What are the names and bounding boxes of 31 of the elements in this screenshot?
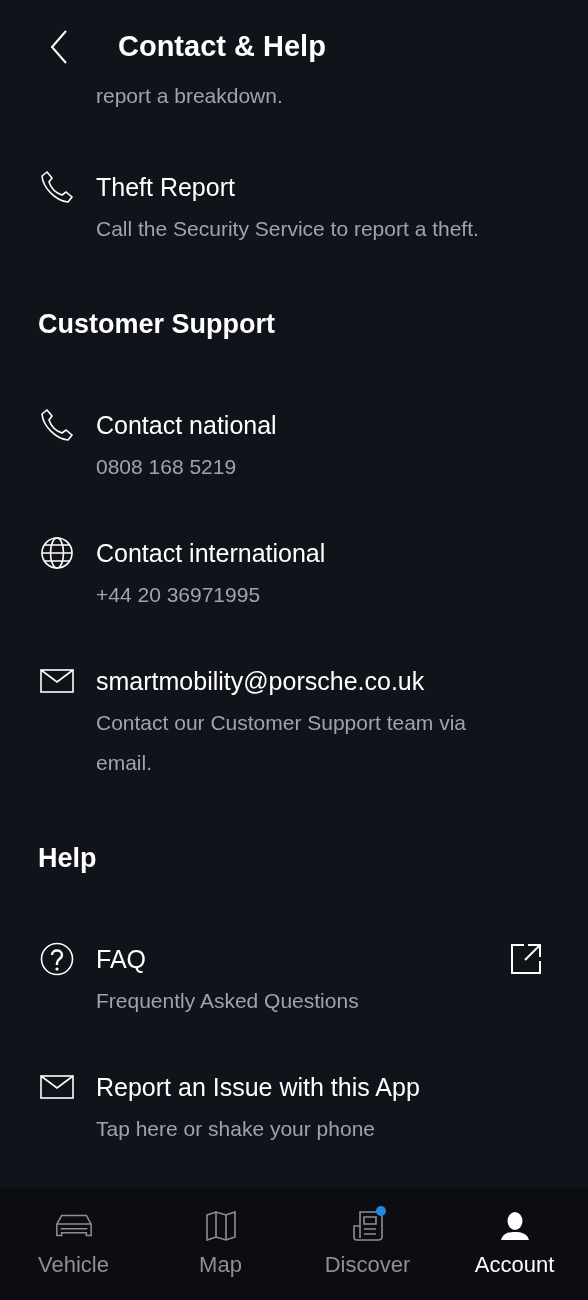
nav-tab[interactable]: Vehicle [0, 1188, 147, 1300]
phone-icon [40, 408, 74, 442]
item-title[interactable]: Contact international [96, 531, 490, 575]
item-title[interactable]: Contact national [96, 403, 490, 447]
section-heading: Customer Support [38, 308, 276, 341]
item-subtitle: +44 20 36971995 [96, 582, 262, 608]
nav-tab[interactable]: Account [441, 1188, 588, 1300]
help-icon [40, 942, 74, 976]
item-title[interactable]: Report an Issue with this App [96, 1065, 490, 1109]
item-subtitle: Tap here or shake your phone [96, 1116, 377, 1142]
nav-tab[interactable]: Discover [294, 1188, 441, 1300]
map-icon [205, 1211, 236, 1241]
item-title[interactable]: smartmobility@porsche.co.uk [96, 659, 490, 703]
newspaper-icon [351, 1210, 384, 1242]
section-heading: Help [38, 842, 98, 875]
mail-icon [40, 669, 74, 693]
item-subtitle: Call the Security Service to report a theft. [96, 216, 480, 242]
item-title[interactable]: FAQ [96, 937, 490, 981]
item-subtitle: Frequently Asked Questions [96, 988, 360, 1014]
item-subtitle: Contact our Customer Support team via email. [96, 710, 467, 776]
phone-icon [40, 170, 74, 204]
nav-tab[interactable]: Map [147, 1188, 294, 1300]
page-title: Contact & Help [118, 30, 326, 63]
item-subtitle: 0808 168 5219 [96, 454, 238, 480]
person-icon [498, 1211, 531, 1241]
item-title[interactable]: Theft Report [96, 165, 490, 209]
back-button[interactable] [50, 29, 68, 64]
mail-icon [40, 1075, 74, 1099]
item-subtitle: report a breakdown. [96, 83, 284, 109]
external-link-icon[interactable] [510, 943, 542, 975]
globe-icon [40, 536, 74, 570]
